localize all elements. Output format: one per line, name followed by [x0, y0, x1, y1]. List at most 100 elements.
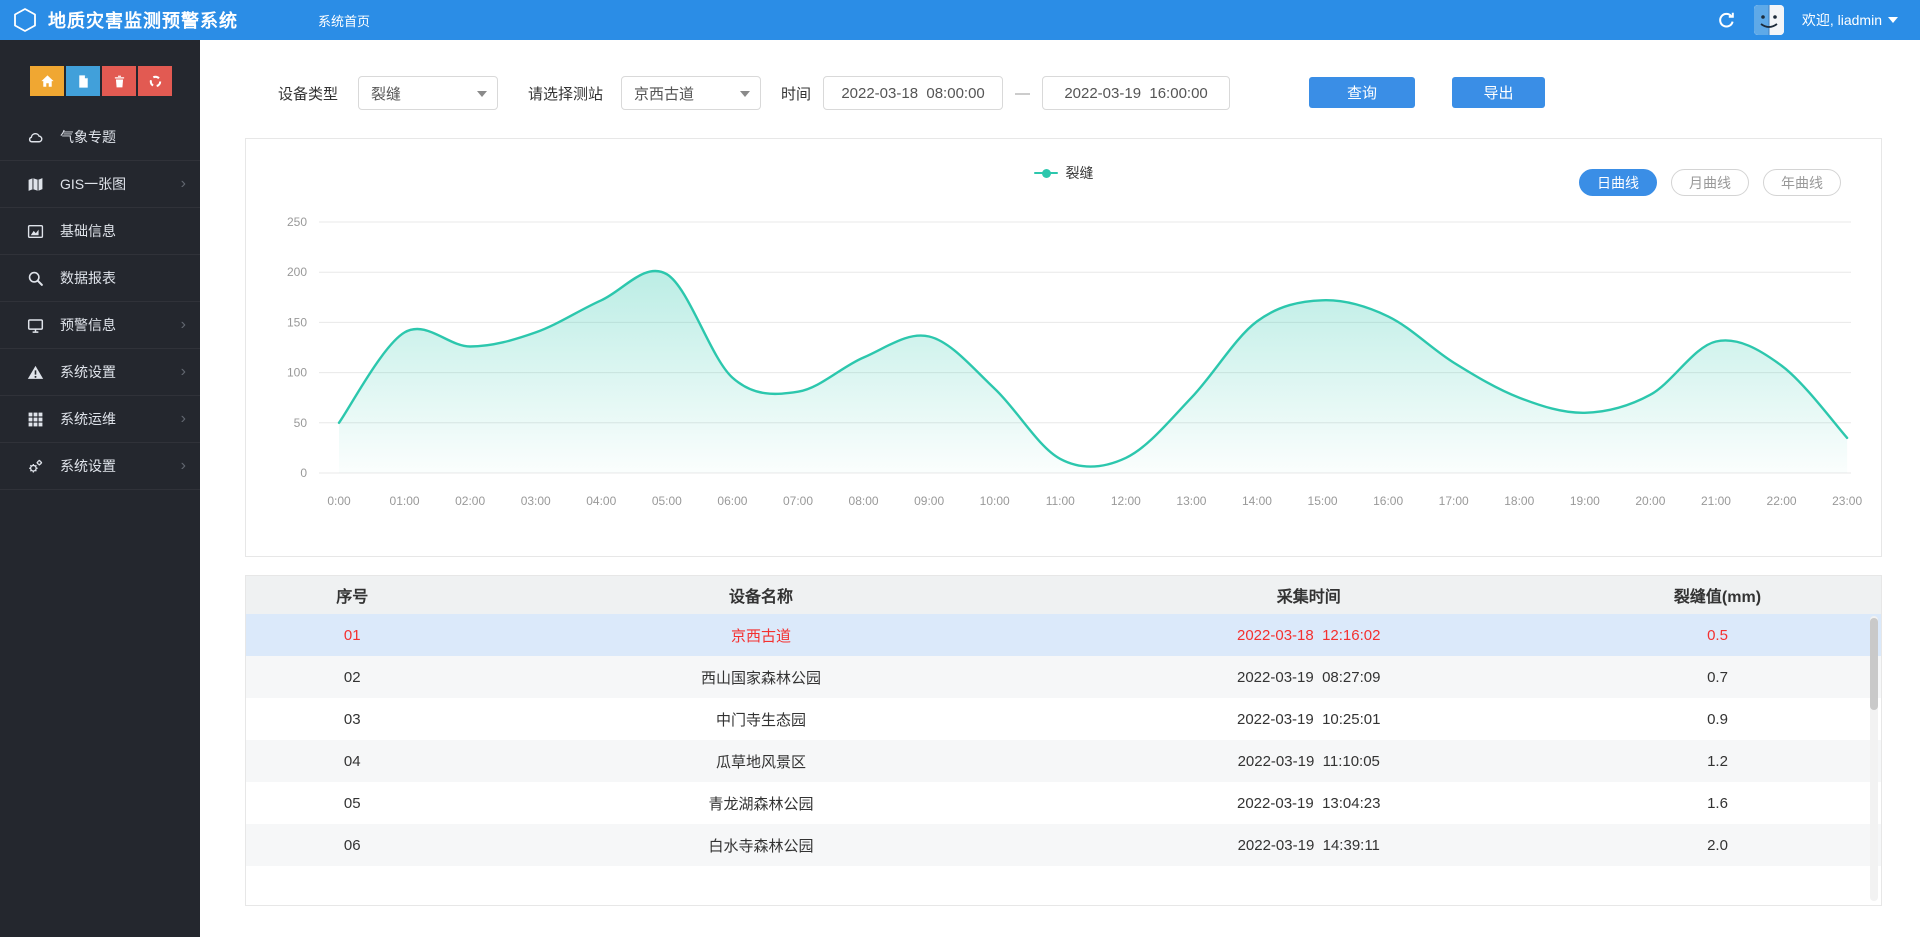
svg-text:07:00: 07:00 [783, 494, 813, 508]
device-type-select[interactable]: 裂缝 [358, 76, 498, 110]
sidebar: 气象专题 › GIS一张图 › 基础信息 › [0, 40, 200, 937]
tab-month-curve[interactable]: 月曲线 [1671, 169, 1749, 196]
svg-text:01:00: 01:00 [390, 494, 420, 508]
svg-text:200: 200 [287, 265, 307, 279]
area-chart: 0501001502002500:0001:0002:0003:0004:000… [246, 199, 1881, 549]
sidebar-quick-buttons [0, 40, 200, 112]
welcome-user-dropdown[interactable]: 欢迎, liadmin [1802, 10, 1898, 30]
table-row[interactable]: 03 中门寺生态园 2022-03-19 10:25:01 0.9 [246, 698, 1881, 740]
cell-device: 白水寺森林公园 [459, 824, 1064, 866]
device-type-label: 设备类型 [278, 83, 338, 104]
svg-text:13:00: 13:00 [1176, 494, 1206, 508]
table-scrollbar[interactable] [1870, 616, 1878, 901]
home-button[interactable] [30, 66, 64, 96]
col-header-device: 设备名称 [459, 576, 1064, 614]
table-row[interactable]: 06 白水寺森林公园 2022-03-19 14:39:11 2.0 [246, 824, 1881, 866]
table-row[interactable]: 05 青龙湖森林公园 2022-03-19 13:04:23 1.6 [246, 782, 1881, 824]
svg-text:100: 100 [287, 366, 307, 380]
svg-text:18:00: 18:00 [1504, 494, 1534, 508]
cell-device: 中门寺生态园 [459, 698, 1064, 740]
sidebar-item-system-ops[interactable]: 系统运维 › [0, 396, 200, 443]
svg-text:150: 150 [287, 315, 307, 329]
cell-time: 2022-03-19 10:25:01 [1063, 698, 1554, 740]
table-header-row: 序号 设备名称 采集时间 裂缝值(mm) [246, 576, 1881, 614]
col-header-time: 采集时间 [1063, 576, 1554, 614]
sidebar-item-gis-map[interactable]: GIS一张图 › [0, 161, 200, 208]
cell-value: 0.5 [1554, 614, 1881, 656]
recycle-button[interactable] [138, 66, 172, 96]
sidebar-item-warning-info[interactable]: 预警信息 › [0, 302, 200, 349]
user-avatar[interactable] [1754, 5, 1784, 35]
grid-icon [26, 411, 44, 428]
cell-seq: 05 [246, 782, 459, 824]
cell-time: 2022-03-19 13:04:23 [1063, 782, 1554, 824]
cell-value: 0.9 [1554, 698, 1881, 740]
date-range-separator: — [1015, 85, 1030, 102]
sidebar-item-label: 系统设置 [60, 456, 181, 476]
chart-icon [26, 223, 44, 240]
file-button[interactable] [66, 66, 100, 96]
page-title: 地质灾害监测预警系统 [48, 7, 238, 33]
sidebar-item-system-settings-gear[interactable]: 系统设置 › [0, 443, 200, 490]
export-button[interactable]: 导出 [1452, 77, 1545, 108]
chevron-down-icon [477, 91, 487, 97]
svg-text:10:00: 10:00 [980, 494, 1010, 508]
scrollbar-thumb[interactable] [1870, 618, 1878, 710]
time-from-input[interactable]: 2022-03-18 08:00:00 [823, 76, 1003, 110]
svg-text:17:00: 17:00 [1439, 494, 1469, 508]
table-row[interactable]: 04 瓜草地风景区 2022-03-19 11:10:05 1.2 [246, 740, 1881, 782]
main-content: 设备类型 裂缝 请选择测站 京西古道 时间 2022-03-18 08:00:0… [200, 40, 1920, 937]
nav-system-home[interactable]: 系统首页 [318, 0, 370, 40]
data-table-panel: 序号 设备名称 采集时间 裂缝值(mm) 01 京西古道 2022-03-18 … [245, 575, 1882, 906]
cell-value: 0.7 [1554, 656, 1881, 698]
cell-seq: 03 [246, 698, 459, 740]
sidebar-item-system-settings-alert[interactable]: 系统设置 › [0, 349, 200, 396]
time-label: 时间 [781, 83, 811, 104]
cell-time: 2022-03-19 14:39:11 [1063, 824, 1554, 866]
col-header-value: 裂缝值(mm) [1554, 576, 1881, 614]
cell-value: 2.0 [1554, 824, 1881, 866]
query-button[interactable]: 查询 [1309, 77, 1415, 108]
table-row[interactable]: 01 京西古道 2022-03-18 12:16:02 0.5 [246, 614, 1881, 656]
table-row[interactable]: 02 西山国家森林公园 2022-03-19 08:27:09 0.7 [246, 656, 1881, 698]
weather-icon [26, 129, 44, 146]
sidebar-item-data-reports[interactable]: 数据报表 › [0, 255, 200, 302]
station-select[interactable]: 京西古道 [621, 76, 761, 110]
cell-seq: 04 [246, 740, 459, 782]
device-type-value: 裂缝 [371, 83, 401, 104]
sidebar-item-basic-info[interactable]: 基础信息 › [0, 208, 200, 255]
svg-text:0: 0 [300, 466, 307, 480]
chevron-down-icon [1888, 17, 1898, 23]
header-right-controls: 欢迎, liadmin [1717, 0, 1898, 40]
chevron-right-icon: › [181, 458, 186, 474]
chevron-right-icon: › [181, 411, 186, 427]
svg-text:19:00: 19:00 [1570, 494, 1600, 508]
cell-time: 2022-03-19 08:27:09 [1063, 656, 1554, 698]
cell-device: 西山国家森林公园 [459, 656, 1064, 698]
svg-text:23:00: 23:00 [1832, 494, 1862, 508]
chevron-right-icon: › [181, 364, 186, 380]
station-label: 请选择测站 [528, 83, 603, 104]
chart-panel: 裂缝 日曲线 月曲线 年曲线 0501001502002500:0001:000… [245, 138, 1882, 557]
svg-text:22:00: 22:00 [1767, 494, 1797, 508]
chevron-right-icon: › [181, 176, 186, 192]
curve-tabs: 日曲线 月曲线 年曲线 [1579, 169, 1841, 196]
svg-text:08:00: 08:00 [849, 494, 879, 508]
legend-line-dot-icon [1034, 172, 1058, 174]
svg-text:14:00: 14:00 [1242, 494, 1272, 508]
tab-year-curve[interactable]: 年曲线 [1763, 169, 1841, 196]
app-window: 地质灾害监测预警系统 系统首页 欢迎, liad [0, 0, 1920, 937]
tab-day-curve[interactable]: 日曲线 [1579, 169, 1657, 196]
sidebar-item-label: GIS一张图 [60, 174, 181, 194]
svg-text:03:00: 03:00 [521, 494, 551, 508]
warning-icon [26, 364, 44, 381]
sidebar-item-weather[interactable]: 气象专题 › [0, 114, 200, 161]
welcome-text: 欢迎, liadmin [1802, 10, 1882, 30]
refresh-icon[interactable] [1717, 11, 1736, 30]
time-to-input[interactable]: 2022-03-19 16:00:00 [1042, 76, 1230, 110]
svg-text:06:00: 06:00 [717, 494, 747, 508]
map-icon [26, 176, 44, 193]
svg-text:16:00: 16:00 [1373, 494, 1403, 508]
trash-button[interactable] [102, 66, 136, 96]
svg-text:05:00: 05:00 [652, 494, 682, 508]
